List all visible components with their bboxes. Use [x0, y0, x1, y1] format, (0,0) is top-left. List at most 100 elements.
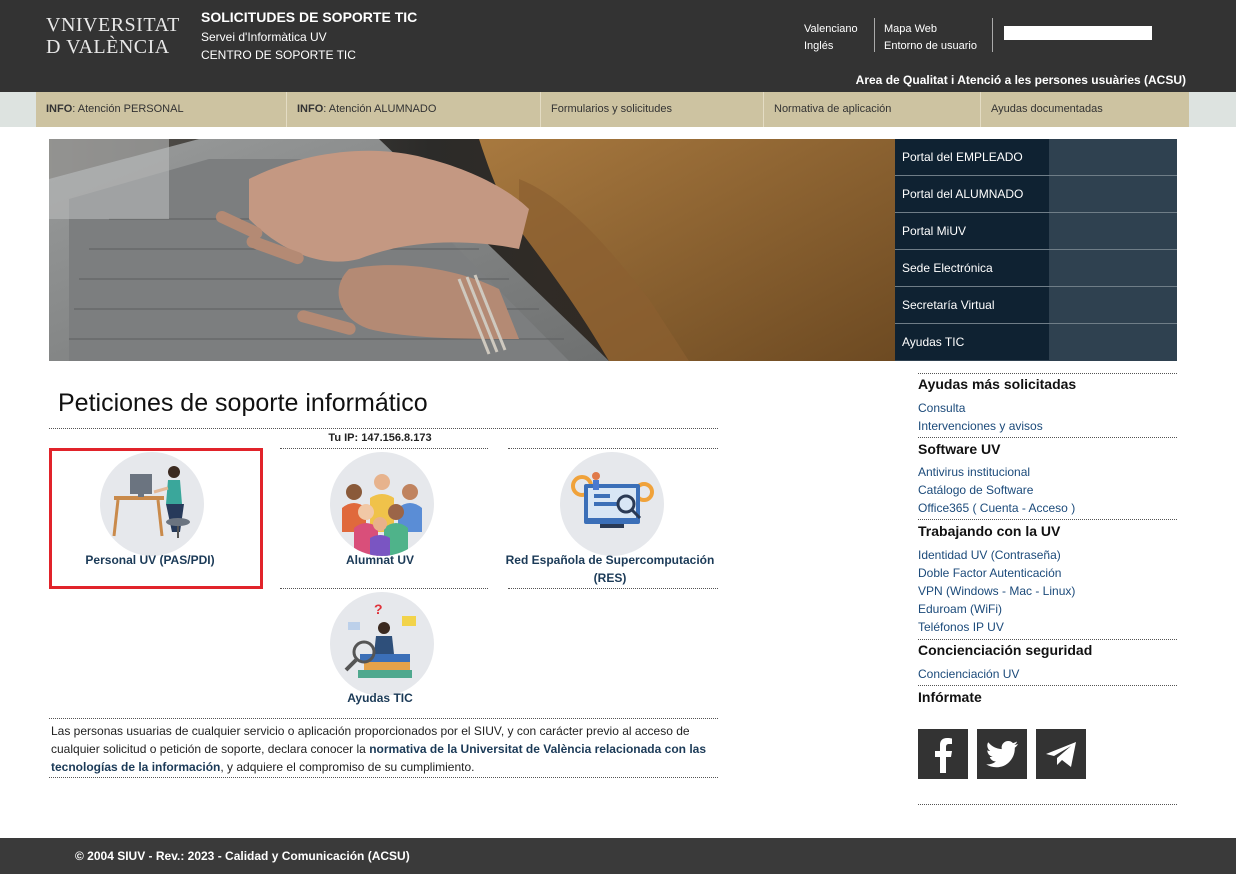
divider [508, 588, 718, 589]
ayudas-tic-portal-link[interactable]: Ayudas TIC [895, 324, 1177, 361]
divider [918, 639, 1177, 640]
portal-item-fill [1049, 287, 1177, 323]
user-environment-link[interactable]: Entorno de usuario [884, 38, 977, 55]
portal-item-fill [1049, 324, 1177, 360]
main-nav: INFO: Atención PERSONAL INFO: Atención A… [36, 92, 1189, 127]
portal-item-fill [1049, 176, 1177, 212]
service-red-supercomputacion[interactable]: Red Española de Supercomputación (RES) [497, 450, 723, 590]
portal-item-fill [1049, 139, 1177, 175]
sidebar-link-office365[interactable]: Office365 ( Cuenta - Acceso ) [918, 501, 1075, 515]
portal-label: Portal MiUV [895, 213, 1049, 249]
portal-label: Ayudas TIC [895, 324, 1049, 360]
lang-ingles-link[interactable]: Inglés [804, 38, 858, 55]
header-divider [874, 18, 875, 52]
nav-item-formularios[interactable]: Formularios y solicitudes [541, 92, 764, 127]
university-logo[interactable]: VNIVERSITAT D VALÈNCIA [46, 14, 180, 60]
search-input[interactable] [1004, 26, 1152, 40]
facebook-icon[interactable] [918, 729, 968, 779]
portal-label: Portal del ALUMNADO [895, 176, 1049, 212]
service-label: Alumnat UV [345, 553, 414, 567]
portal-label: Portal del EMPLEADO [895, 139, 1049, 175]
page-title: Peticiones de soporte informático [58, 389, 428, 417]
logo-line-1: VNIVERSITAT [46, 14, 180, 36]
site-header: VNIVERSITAT D VALÈNCIA SOLICITUDES DE SO… [0, 0, 1236, 92]
sidebar-link-antivirus[interactable]: Antivirus institucional [918, 465, 1030, 479]
divider [508, 448, 718, 449]
divider [280, 588, 488, 589]
nav-item-label: : Atención ALUMNADO [323, 103, 437, 115]
portal-item-fill [1049, 213, 1177, 249]
portal-empleado-link[interactable]: Portal del EMPLEADO [895, 139, 1177, 176]
service-ayudas-tic[interactable]: ? Ayudas TIC [267, 590, 493, 718]
nav-item-prefix: INFO [46, 103, 73, 115]
twitter-icon[interactable] [977, 729, 1027, 779]
lang-valenciano-link[interactable]: Valenciano [804, 21, 858, 38]
hero-banner-image [49, 139, 895, 361]
portal-alumnado-link[interactable]: Portal del ALUMNADO [895, 176, 1177, 213]
svg-text:?: ? [374, 601, 383, 617]
sidebar-link-telefonos-ip[interactable]: Teléfonos IP UV [918, 620, 1004, 634]
students-group-icon [330, 452, 434, 556]
language-links: Valenciano Inglés [804, 21, 858, 55]
header-divider [992, 18, 993, 52]
portal-menu: Portal del EMPLEADO Portal del ALUMNADO … [895, 139, 1177, 361]
divider [918, 519, 1177, 520]
nav-item-info-alumnado[interactable]: INFO: Atención ALUMNADO [287, 92, 541, 127]
area-title: Area de Qualitat i Atenció a les persone… [855, 73, 1186, 87]
typing-on-laptop-illustration [49, 139, 895, 361]
nav-item-ayudas-documentadas[interactable]: Ayudas documentadas [981, 92, 1189, 127]
portal-miuv-link[interactable]: Portal MiUV [895, 213, 1177, 250]
sidebar-link-concienciacion[interactable]: Concienciación UV [918, 667, 1019, 681]
divider [49, 777, 718, 778]
logo-line-2: D VALÈNCIA [46, 36, 170, 58]
usage-disclaimer: Las personas usuarias de cualquier servi… [51, 722, 718, 776]
sidebar-link-catalogo-software[interactable]: Catálogo de Software [918, 483, 1033, 497]
portal-label: Sede Electrónica [895, 250, 1049, 286]
divider [918, 685, 1177, 686]
sidebar-link-vpn[interactable]: VPN (Windows - Mac - Linux) [918, 584, 1075, 598]
nav-item-normativa[interactable]: Normativa de aplicación [764, 92, 981, 127]
site-footer: © 2004 SIUV - Rev.: 2023 - Calidad y Com… [0, 838, 1236, 874]
ip-address: Tu IP: 147.156.8.173 [328, 432, 432, 444]
nav-item-label: Formularios y solicitudes [551, 103, 673, 115]
nav-item-info-personal[interactable]: INFO: Atención PERSONAL [36, 92, 287, 127]
service-alumnat-uv[interactable]: Alumnat UV [267, 450, 493, 590]
help-search-icon: ? [330, 592, 434, 696]
service-label: Red Española de Supercomputación (RES) [505, 553, 715, 585]
selected-highlight-box [49, 448, 263, 589]
sidebar-heading: Trabajando con la UV [918, 523, 1061, 539]
nav-item-label: : Atención PERSONAL [72, 103, 184, 115]
main-nav-bar: INFO: Atención PERSONAL INFO: Atención A… [0, 92, 1236, 127]
sidebar-link-doble-factor[interactable]: Doble Factor Autenticación [918, 566, 1061, 580]
service-label: Ayudas TIC [347, 691, 413, 705]
sidebar-link-identidad[interactable]: Identidad UV (Contraseña) [918, 548, 1061, 562]
sidebar-link-consulta[interactable]: Consulta [918, 401, 965, 415]
site-title: SOLICITUDES DE SOPORTE TIC [201, 9, 418, 25]
divider [918, 437, 1177, 438]
telegram-icon[interactable] [1036, 729, 1086, 779]
portal-item-fill [1049, 250, 1177, 286]
divider [49, 718, 718, 719]
sitemap-link[interactable]: Mapa Web [884, 21, 977, 38]
divider [280, 448, 488, 449]
nav-item-label: Ayudas documentadas [991, 103, 1103, 115]
sidebar-heading: Software UV [918, 441, 1001, 457]
sidebar-heading: Concienciación seguridad [918, 642, 1093, 658]
nav-item-label: Normativa de aplicación [774, 103, 892, 115]
site-subtitle-centre: CENTRO DE SOPORTE TIC [201, 48, 356, 62]
sede-electronica-link[interactable]: Sede Electrónica [895, 250, 1177, 287]
supercomputing-icon [560, 452, 664, 556]
footer-copyright: © 2004 SIUV - Rev.: 2023 - Calidad y Com… [75, 849, 410, 863]
site-links: Mapa Web Entorno de usuario [884, 21, 977, 55]
site-subtitle-service: Servei d'Informàtica UV [201, 30, 327, 44]
divider [918, 804, 1177, 805]
sidebar-heading: Infórmate [918, 689, 982, 705]
sidebar-heading: Ayudas más solicitadas [918, 376, 1077, 392]
portal-label: Secretaría Virtual [895, 287, 1049, 323]
sidebar-link-intervenciones[interactable]: Intervenciones y avisos [918, 419, 1043, 433]
disclaimer-text: , y adquiere el compromiso de su cumplim… [220, 760, 475, 774]
secretaria-virtual-link[interactable]: Secretaría Virtual [895, 287, 1177, 324]
sidebar-link-eduroam[interactable]: Eduroam (WiFi) [918, 602, 1002, 616]
divider [49, 428, 718, 429]
nav-item-prefix: INFO [297, 103, 324, 115]
